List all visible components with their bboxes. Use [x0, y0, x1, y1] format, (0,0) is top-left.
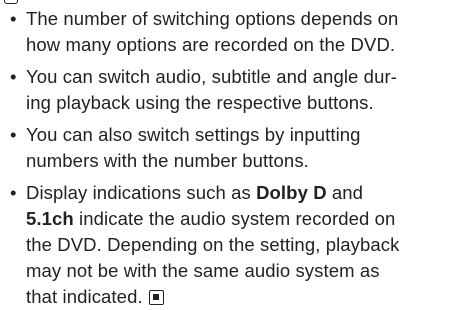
- bullet: •: [10, 124, 17, 145]
- note-line: that indicated.: [10, 284, 450, 310]
- note-line: may not be with the same audio system as: [26, 260, 380, 281]
- note-line: The number of switching options depends …: [26, 8, 399, 29]
- note-text: that indicated.: [26, 286, 143, 307]
- note-item-switch-during-playback: • You can switch audio, subtitle and ang…: [10, 64, 450, 116]
- note-line: ing playback using the respective button…: [26, 92, 374, 113]
- end-of-section-icon: [148, 290, 164, 305]
- note-text: indicate the audio system recorded on: [73, 208, 396, 229]
- bullet: •: [10, 66, 17, 87]
- note-text: Display indications such as: [26, 182, 257, 203]
- section-continuation-icon: [4, 0, 18, 4]
- note-line: You can also switch settings by inputtin…: [26, 124, 361, 145]
- note-item-number-buttons: • You can also switch settings by inputt…: [10, 122, 450, 174]
- dolby-d-indicator-text: Dolby D: [256, 182, 327, 203]
- note-item-switching-options: • The number of switching options depend…: [10, 6, 450, 58]
- note-text: and: [326, 182, 364, 203]
- notes-list: • The number of switching options depend…: [0, 0, 452, 309]
- 5-1ch-indicator-text: 5.1ch: [26, 208, 74, 229]
- note-item-display-indications: • Display indications such as Dolby D an…: [10, 180, 450, 310]
- note-line: numbers with the number buttons.: [26, 150, 309, 171]
- note-line: the DVD. Depending on the setting, playb…: [26, 234, 400, 255]
- note-line: Display indications such as Dolby D and: [10, 180, 450, 206]
- note-line: how many options are recorded on the DVD…: [26, 34, 396, 55]
- bullet: •: [10, 8, 17, 29]
- bullet: •: [10, 182, 17, 203]
- note-line: You can switch audio, subtitle and angle…: [26, 66, 397, 87]
- note-line: 5.1ch indicate the audio system recorded…: [10, 206, 450, 232]
